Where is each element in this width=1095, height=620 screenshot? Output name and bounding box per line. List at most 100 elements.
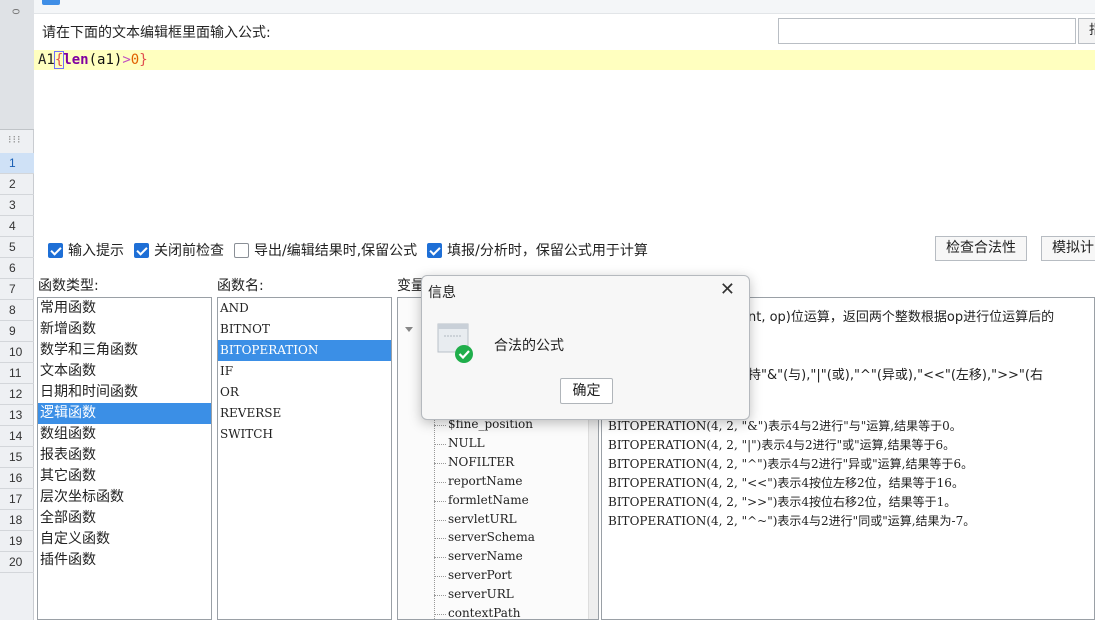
- variable-item[interactable]: NULL: [448, 436, 485, 450]
- option-check-before-close[interactable]: 关闭前检查: [134, 240, 224, 260]
- search-input[interactable]: [778, 18, 1076, 44]
- tree-branch: [434, 538, 446, 540]
- option-keep-formula-fill[interactable]: 填报/分析时，保留公式用于计算: [427, 240, 648, 260]
- row-number[interactable]: 10: [0, 342, 34, 363]
- edge-button[interactable]: 指: [1078, 18, 1095, 44]
- row-number[interactable]: 1: [0, 153, 34, 174]
- formula-cell: A1: [38, 52, 55, 68]
- expand-triangle-icon[interactable]: [405, 327, 413, 332]
- variable-item[interactable]: servletURL: [448, 512, 517, 526]
- tree-branch: [434, 462, 446, 464]
- fn-type-item[interactable]: 自定义函数: [38, 529, 211, 550]
- fn-name-item[interactable]: REVERSE: [218, 403, 391, 424]
- tree-branch: [434, 519, 446, 521]
- close-icon[interactable]: ✕: [720, 281, 735, 299]
- variable-item[interactable]: serverSchema: [448, 530, 535, 544]
- variable-item[interactable]: reportName: [448, 474, 522, 488]
- row-number[interactable]: 2: [0, 174, 34, 195]
- fn-type-item[interactable]: 逻辑函数: [38, 403, 211, 424]
- fn-type-item[interactable]: 全部函数: [38, 508, 211, 529]
- ok-button[interactable]: 确定: [560, 378, 613, 404]
- current-line-highlight: [34, 50, 1095, 70]
- option-input-hint[interactable]: 输入提示: [48, 240, 124, 260]
- fn-name-item[interactable]: BITOPERATION: [218, 340, 391, 361]
- option-label: 关闭前检查: [154, 243, 224, 259]
- fn-type-item[interactable]: 数组函数: [38, 424, 211, 445]
- fn-name-item[interactable]: AND: [218, 298, 391, 319]
- row-number[interactable]: 14: [0, 426, 34, 447]
- example-line: BITOPERATION(4, 2, "^~")表示4与2进行"同或"运算,结果…: [608, 514, 976, 528]
- example-line: BITOPERATION(4, 2, "<<")表示4按位左移2位，结果等于16…: [608, 476, 964, 490]
- option-label: 填报/分析时，保留公式用于计算: [447, 243, 648, 259]
- grip-icon[interactable]: ⁝⁝⁝: [8, 133, 22, 146]
- row-number[interactable]: 7: [0, 279, 34, 300]
- row-number[interactable]: 17: [0, 489, 34, 510]
- fn-name-item[interactable]: OR: [218, 382, 391, 403]
- tree-branch: [434, 576, 446, 578]
- fn-type-item[interactable]: 插件函数: [38, 550, 211, 571]
- variable-item[interactable]: formletName: [448, 493, 529, 507]
- fn-type-item[interactable]: 常用函数: [38, 298, 211, 319]
- example-line: BITOPERATION(4, 2, "|")表示4与2进行"或"运算,结果等于…: [608, 438, 956, 452]
- tree-branch: [434, 500, 446, 502]
- variable-item[interactable]: serverName: [448, 549, 523, 563]
- row-number[interactable]: 13: [0, 405, 34, 426]
- checkbox-keep-formula-fill[interactable]: [427, 242, 443, 258]
- row-number[interactable]: 16: [0, 468, 34, 489]
- option-label: 输入提示: [68, 243, 124, 259]
- fn-name-item[interactable]: BITNOT: [218, 319, 391, 340]
- row-header-top: 0: [0, 0, 34, 130]
- fn-type-item[interactable]: 文本函数: [38, 361, 211, 382]
- row-number[interactable]: 9: [0, 321, 34, 342]
- row-number[interactable]: 4: [0, 216, 34, 237]
- description-line-1: nt, op)位运算，返回两个整数根据op进行位运算后的: [748, 310, 1055, 325]
- dialog-title: 信息: [428, 285, 456, 301]
- fn-type-item[interactable]: 数学和三角函数: [38, 340, 211, 361]
- formula-argument: a1: [97, 52, 114, 68]
- fn-name-item[interactable]: IF: [218, 361, 391, 382]
- checkbox-keep-formula-export[interactable]: [234, 242, 249, 258]
- row-number[interactable]: 15: [0, 447, 34, 468]
- fn-name-list[interactable]: AND BITNOT BITOPERATION IF OR REVERSE SWITCH: [217, 297, 392, 620]
- fn-type-item[interactable]: 新增函数: [38, 319, 211, 340]
- formula-prompt: 请在下面的文本编辑框里面输入公式:: [42, 25, 271, 41]
- option-keep-formula-export[interactable]: 导出/编辑结果时,保留公式: [234, 240, 417, 260]
- formula-text[interactable]: A1{len(a1)>0}: [38, 51, 148, 69]
- simulate-button[interactable]: 模拟计: [1041, 236, 1095, 261]
- example-line: BITOPERATION(4, 2, "^")表示4与2进行"异或"运算,结果等…: [608, 457, 974, 471]
- row-number[interactable]: 8: [0, 300, 34, 321]
- check-validity-button[interactable]: 检查合法性: [935, 236, 1027, 261]
- success-icon: [437, 323, 473, 363]
- row-number[interactable]: 18: [0, 510, 34, 531]
- fn-type-item[interactable]: 层次坐标函数: [38, 487, 211, 508]
- checkbox-check-before-close[interactable]: [134, 242, 149, 258]
- option-label: 导出/编辑结果时,保留公式: [254, 243, 418, 259]
- toolbar-accent: [42, 0, 60, 5]
- formula-editor[interactable]: A1{len(a1)>0}: [34, 50, 1095, 232]
- row-number[interactable]: 12: [0, 384, 34, 405]
- formula-number: 0: [130, 52, 140, 68]
- row-number[interactable]: 6: [0, 258, 34, 279]
- row-number[interactable]: 19: [0, 531, 34, 552]
- row-number[interactable]: 5: [0, 237, 34, 258]
- tree-guide-line: [434, 398, 435, 619]
- fn-type-label: 函数类型:: [38, 278, 99, 294]
- fn-type-item[interactable]: 报表函数: [38, 445, 211, 466]
- dialog-message: 合法的公式: [494, 338, 564, 354]
- row-number[interactable]: 3: [0, 195, 34, 216]
- variable-item[interactable]: contextPath: [448, 606, 520, 619]
- fn-type-item[interactable]: 其它函数: [38, 466, 211, 487]
- fn-type-list[interactable]: 常用函数 新增函数 数学和三角函数 文本函数 日期和时间函数 逻辑函数 数组函数 报表函数 其它…: [37, 297, 212, 620]
- checkbox-input-hint[interactable]: [48, 242, 63, 258]
- fn-type-item[interactable]: 日期和时间函数: [38, 382, 211, 403]
- fn-name-item[interactable]: SWITCH: [218, 424, 391, 445]
- variable-item[interactable]: NOFILTER: [448, 455, 514, 469]
- row-number[interactable]: 11: [0, 363, 34, 384]
- formula-operator: >: [122, 52, 131, 68]
- variable-item[interactable]: serverPort: [448, 568, 512, 582]
- row-number[interactable]: 20: [0, 552, 34, 573]
- options-bar: 输入提示 关闭前检查 导出/编辑结果时,保留公式 填报/分析时，保留公式用于计算: [48, 239, 658, 261]
- formula-function: len: [63, 52, 89, 68]
- example-line: BITOPERATION(4, 2, ">>")表示4按位右移2位，结果等于1。: [608, 495, 957, 509]
- variable-item[interactable]: serverURL: [448, 587, 514, 601]
